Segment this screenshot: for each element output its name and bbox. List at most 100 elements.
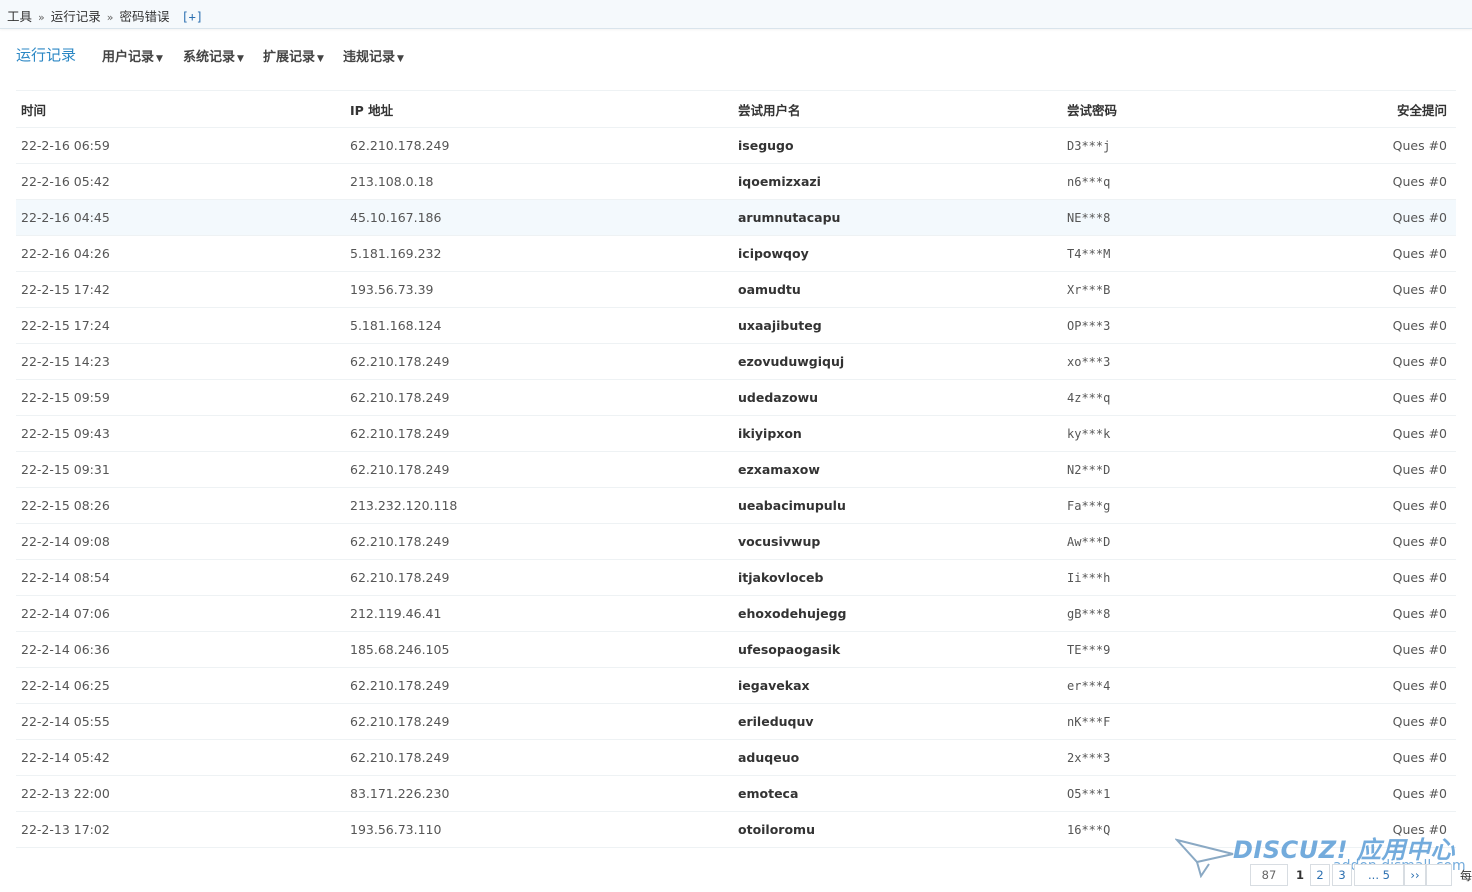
caret-down-icon: ▼ [156, 54, 163, 64]
cell-password: T4***M [1062, 235, 1352, 272]
table-row: 22-2-14 06:36 185.68.246.105 ufesopaogasik… [16, 631, 1456, 668]
cell-username: otoiloromu [733, 811, 1062, 848]
cell-security-question: Ques #0 [1352, 667, 1456, 704]
cell-security-question: Ques #0 [1352, 451, 1456, 488]
cell-ip-address: 83.171.226.230 [345, 775, 733, 812]
breadcrumb-item-password-error: 密码错误 [119, 9, 170, 24]
cell-username: ezovuduwgiquj [733, 343, 1062, 380]
cell-time: 22-2-13 22:00 [16, 775, 345, 812]
cell-security-question: Ques #0 [1352, 379, 1456, 416]
cell-time: 22-2-14 06:36 [16, 631, 345, 668]
breadcrumb-item-tools[interactable]: 工具 [7, 9, 32, 24]
table-row: 22-2-14 09:08 62.210.178.249 vocusivwup Aw*… [16, 523, 1456, 560]
cell-security-question: Ques #0 [1352, 127, 1456, 164]
page-link-last[interactable]: ... 5 [1354, 864, 1404, 886]
table-row: 22-2-16 04:26 5.181.169.232 icipowqoy T4***… [16, 235, 1456, 272]
cell-password: 4z***q [1062, 379, 1352, 416]
cell-time: 22-2-14 06:25 [16, 667, 345, 704]
cell-username: ikiyipxon [733, 415, 1062, 452]
tab-label: 违规记录 [343, 50, 396, 65]
header-time: 时间 [16, 90, 345, 128]
table-row: 22-2-14 05:55 62.210.178.249 erileduquv nK*… [16, 703, 1456, 740]
cell-username: ezxamaxow [733, 451, 1062, 488]
cell-username: aduqeuo [733, 739, 1062, 776]
cell-ip-address: 213.108.0.18 [345, 163, 733, 200]
cell-username: oamudtu [733, 271, 1062, 308]
cell-security-question: Ques #0 [1352, 271, 1456, 308]
table-row: 22-2-14 08:54 62.210.178.249 itjakovloceb I… [16, 559, 1456, 596]
cell-security-question: Ques #0 [1352, 631, 1456, 668]
cell-time: 22-2-15 14:23 [16, 343, 345, 380]
cell-security-question: Ques #0 [1352, 163, 1456, 200]
cell-username: iegavekax [733, 667, 1062, 704]
tab-system-log[interactable]: 系统记录 ▼ [183, 46, 244, 65]
cell-security-question: Ques #0 [1352, 235, 1456, 272]
cell-username: arumnutacapu [733, 199, 1062, 236]
next-page-button[interactable]: ›› [1404, 864, 1426, 886]
cell-time: 22-2-15 09:43 [16, 415, 345, 452]
cell-ip-address: 185.68.246.105 [345, 631, 733, 668]
header-password: 尝试密码 [1062, 90, 1352, 128]
cell-username: ufesopaogasik [733, 631, 1062, 668]
cell-security-question: Ques #0 [1352, 775, 1456, 812]
cell-ip-address: 45.10.167.186 [345, 199, 733, 236]
cell-time: 22-2-13 17:02 [16, 811, 345, 848]
tab-label: 扩展记录 [263, 50, 316, 65]
cell-time: 22-2-14 09:08 [16, 523, 345, 560]
page-jump-input[interactable] [1426, 864, 1452, 886]
cell-username: ehoxodehujegg [733, 595, 1062, 632]
tab-label: 用户记录 [102, 50, 155, 65]
cell-password: er***4 [1062, 667, 1352, 704]
breadcrumb-item-run-log[interactable]: 运行记录 [51, 9, 101, 24]
header-security-question: 安全提问 [1352, 90, 1456, 128]
tab-label: 系统记录 [183, 50, 236, 65]
cell-security-question: Ques #0 [1352, 523, 1456, 560]
tab-violation-log[interactable]: 违规记录 ▼ [343, 46, 404, 65]
cell-username: erileduquv [733, 703, 1062, 740]
cell-username: ueabacimupulu [733, 487, 1062, 524]
caret-down-icon: ▼ [397, 54, 404, 64]
cell-time: 22-2-15 08:26 [16, 487, 345, 524]
breadcrumb-bar: 工具 » 运行记录 » 密码错误 [+] [0, 0, 1472, 29]
breadcrumb: 工具 » 运行记录 » 密码错误 [+] [7, 6, 203, 25]
table-row: 22-2-14 06:25 62.210.178.249 iegavekax er**… [16, 667, 1456, 704]
cell-ip-address: 193.56.73.110 [345, 811, 733, 848]
header-username: 尝试用户名 [733, 90, 1062, 128]
add-shortcut-button[interactable]: [+] [181, 10, 203, 24]
page-link-3[interactable]: 3 [1332, 864, 1352, 886]
breadcrumb-separator: » [38, 11, 45, 24]
page-link-2[interactable]: 2 [1310, 864, 1330, 886]
table-header-row: 时间 IP 地址 尝试用户名 尝试密码 安全提问 [16, 90, 1456, 128]
cell-password: O5***1 [1062, 775, 1352, 812]
table-row: 22-2-15 17:42 193.56.73.39 oamudtu Xr***B Qu… [16, 271, 1456, 308]
password-error-table: 时间 IP 地址 尝试用户名 尝试密码 安全提问 22-2-16 06:59 62… [16, 90, 1456, 848]
cell-password: n6***q [1062, 163, 1352, 200]
table-row: 22-2-15 09:43 62.210.178.249 ikiyipxon ky**… [16, 415, 1456, 452]
tab-run-log[interactable]: 运行记录 [16, 44, 76, 65]
table-row: 22-2-13 22:00 83.171.226.230 emoteca O5***1… [16, 775, 1456, 812]
paper-plane-icon [1175, 838, 1234, 878]
cell-ip-address: 62.210.178.249 [345, 127, 733, 164]
cell-security-question: Ques #0 [1352, 343, 1456, 380]
cell-time: 22-2-14 08:54 [16, 559, 345, 596]
cell-security-question: Ques #0 [1352, 199, 1456, 236]
cell-username: icipowqoy [733, 235, 1062, 272]
cell-username: itjakovloceb [733, 559, 1062, 596]
cell-time: 22-2-15 17:24 [16, 307, 345, 344]
cell-ip-address: 62.210.178.249 [345, 343, 733, 380]
tab-extension-log[interactable]: 扩展记录 ▼ [263, 46, 324, 65]
cell-password: D3***j [1062, 127, 1352, 164]
cell-username: emoteca [733, 775, 1062, 812]
cell-ip-address: 62.210.178.249 [345, 379, 733, 416]
cell-username: iqoemizxazi [733, 163, 1062, 200]
cell-security-question: Ques #0 [1352, 415, 1456, 452]
tab-user-log[interactable]: 用户记录 ▼ [102, 46, 163, 65]
cell-security-question: Ques #0 [1352, 739, 1456, 776]
cell-security-question: Ques #0 [1352, 307, 1456, 344]
cell-ip-address: 62.210.178.249 [345, 739, 733, 776]
cell-password: nK***F [1062, 703, 1352, 740]
per-page-label: 每 [1460, 869, 1472, 883]
cell-password: Xr***B [1062, 271, 1352, 308]
cell-ip-address: 5.181.169.232 [345, 235, 733, 272]
cell-time: 22-2-15 17:42 [16, 271, 345, 308]
